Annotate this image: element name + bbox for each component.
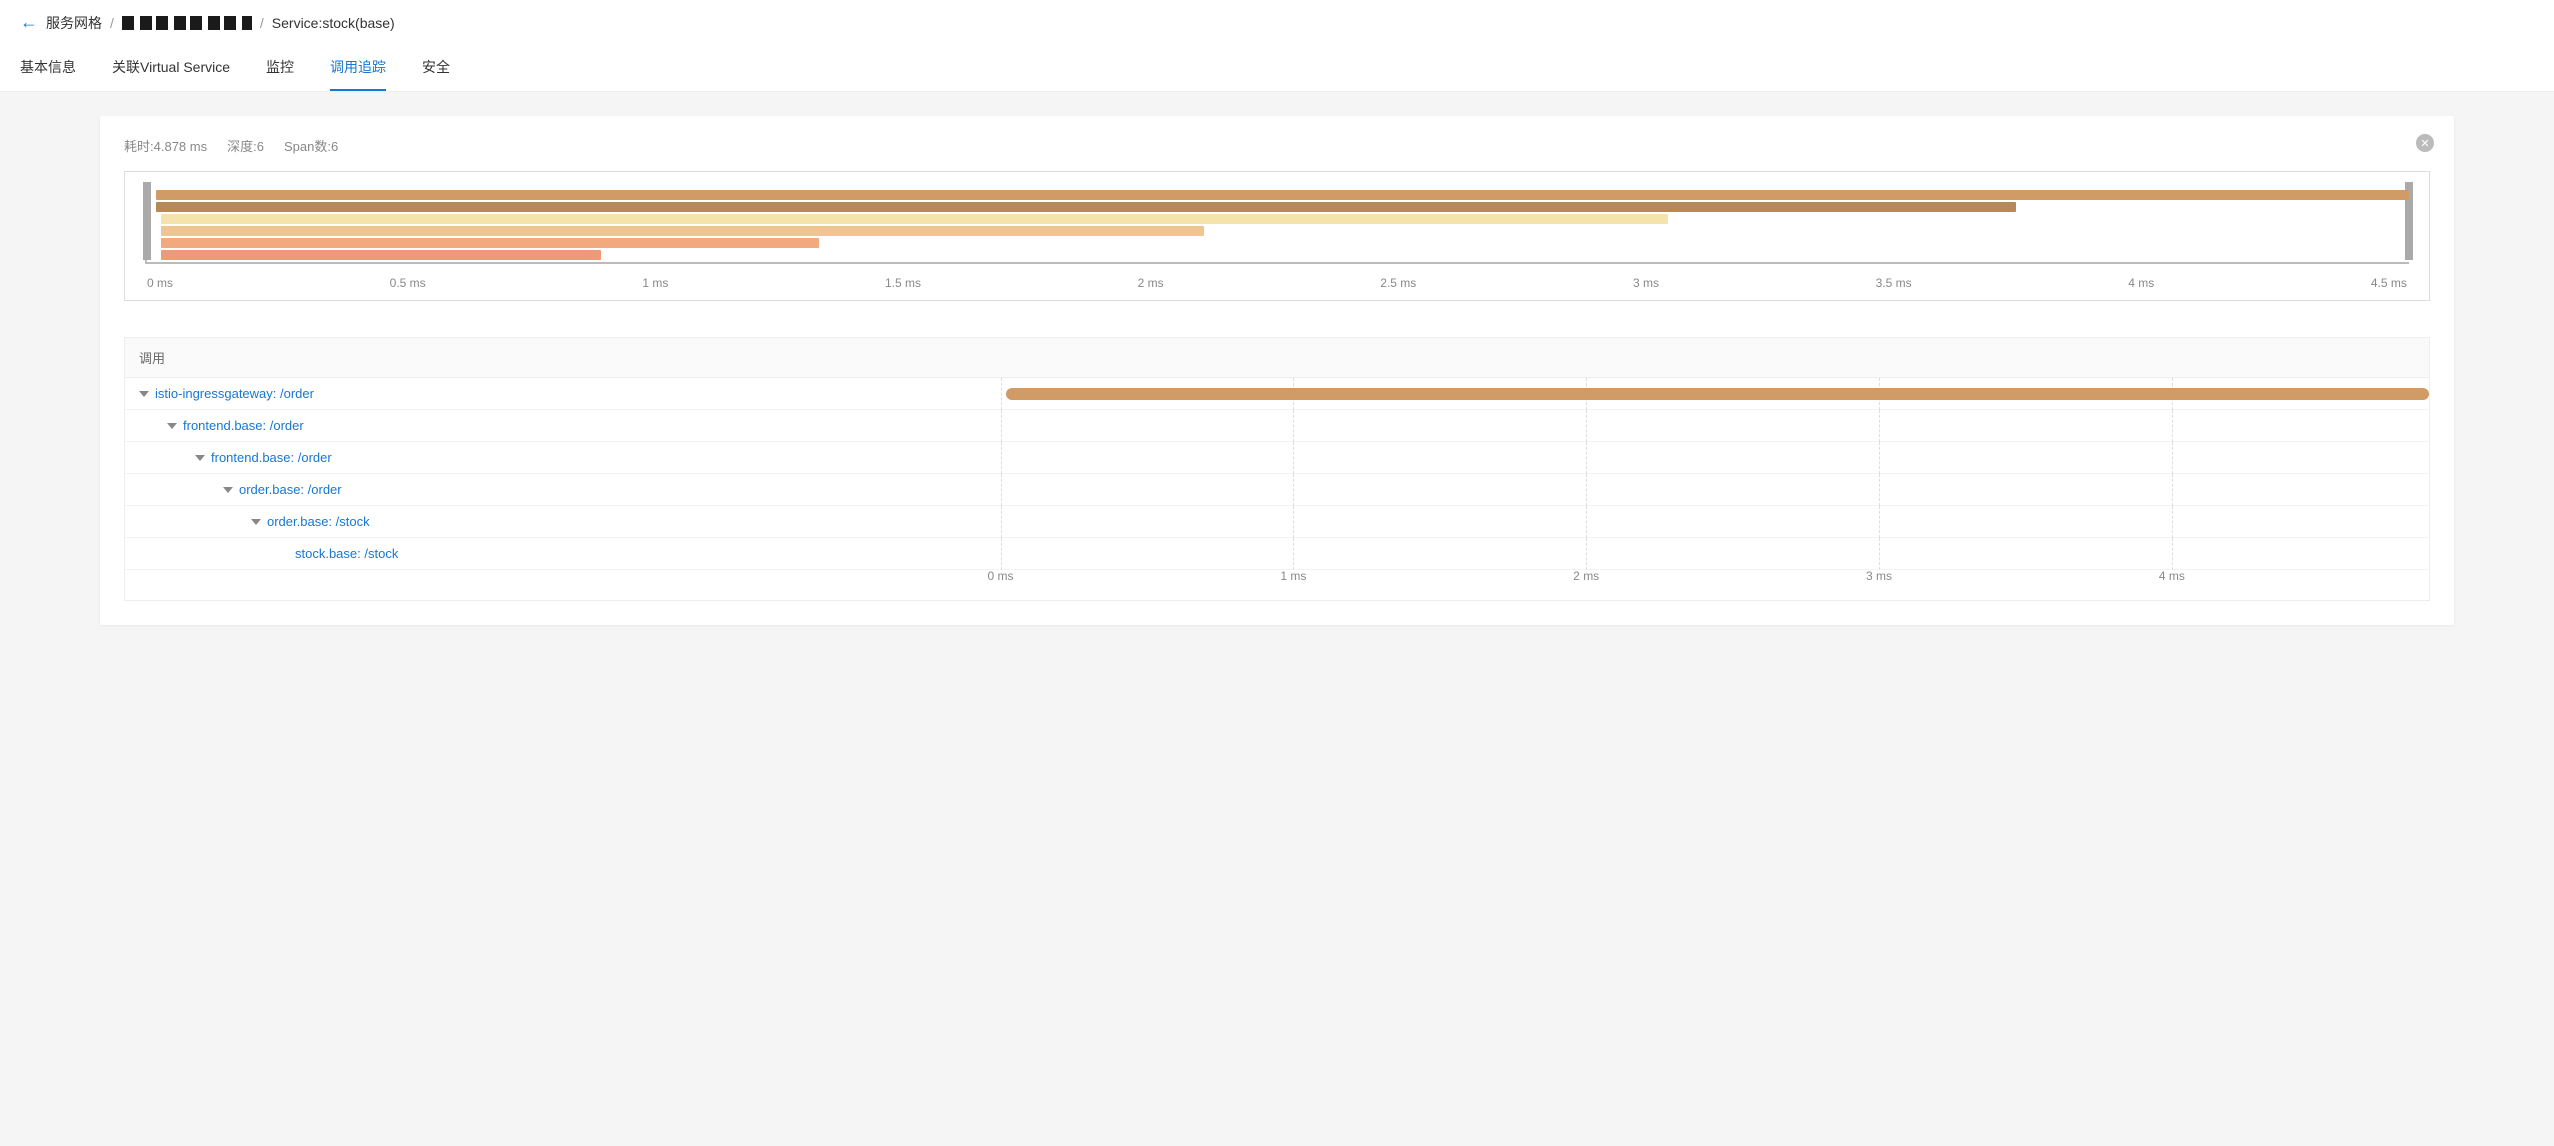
tab-bar: 基本信息关联Virtual Service 监控调用追踪安全 xyxy=(0,45,2554,92)
span-row[interactable]: order.base: /order xyxy=(125,474,2429,506)
overview-span-bar xyxy=(156,202,2015,212)
call-table: istio-ingressgateway: /order frontend.bas… xyxy=(124,378,2430,601)
page-header: ← 服务网格 / / Service:stock(base) xyxy=(0,0,2554,45)
span-label-text[interactable]: frontend.base: /order xyxy=(211,450,332,465)
trace-summary: 耗时:4.878 ms 深度:6 Span数:6 xyxy=(124,136,2430,155)
summary-duration: 耗时:4.878 ms xyxy=(124,136,207,155)
tab-3[interactable]: 调用追踪 xyxy=(330,45,386,91)
breadcrumb-separator: / xyxy=(110,15,114,31)
breadcrumb-current: Service:stock(base) xyxy=(272,15,395,31)
overview-span-bar xyxy=(156,190,2409,200)
span-label-text[interactable]: order.base: /order xyxy=(239,482,342,497)
tab-4[interactable]: 安全 xyxy=(422,45,450,91)
overview-span-bar xyxy=(161,238,819,248)
breadcrumb-separator: / xyxy=(260,15,264,31)
span-row[interactable]: istio-ingressgateway: /order xyxy=(125,378,2429,410)
collapse-toggle-icon[interactable] xyxy=(223,487,233,493)
axis-tick-label: 4 ms xyxy=(2128,276,2154,290)
axis-tick-label: 2 ms xyxy=(1138,276,1164,290)
axis-tick-label: 3 ms xyxy=(1866,569,1892,583)
collapse-toggle-icon[interactable] xyxy=(139,391,149,397)
overview-span-bar xyxy=(161,226,1204,236)
span-label-text[interactable]: istio-ingressgateway: /order xyxy=(155,386,314,401)
collapse-toggle-icon[interactable] xyxy=(251,519,261,525)
span-row[interactable]: frontend.base: /order xyxy=(125,442,2429,474)
back-arrow-icon[interactable]: ← xyxy=(20,12,38,33)
axis-tick-label: 2.5 ms xyxy=(1380,276,1416,290)
tab-0[interactable]: 基本信息 xyxy=(20,45,76,91)
axis-tick-label: 2 ms xyxy=(1573,569,1599,583)
overview-span-bar xyxy=(161,214,1668,224)
trace-card: ✕ 耗时:4.878 ms 深度:6 Span数:6 0 ms 0.5 ms 1 m… xyxy=(100,116,2454,625)
summary-spancount: Span数:6 xyxy=(284,136,338,155)
axis-tick-label: 0.5 ms xyxy=(390,276,426,290)
span-row[interactable]: order.base: /stock xyxy=(125,506,2429,538)
span-label-text[interactable]: stock.base: /stock xyxy=(295,546,398,561)
overview-span-bar xyxy=(161,250,602,260)
axis-tick-label: 1.5 ms xyxy=(885,276,921,290)
axis-tick-label: 3 ms xyxy=(1633,276,1659,290)
breadcrumb-redacted xyxy=(122,16,252,30)
range-handle-left[interactable] xyxy=(143,182,151,260)
collapse-toggle-icon[interactable] xyxy=(195,455,205,461)
close-icon[interactable]: ✕ xyxy=(2416,134,2434,152)
span-label-text[interactable]: frontend.base: /order xyxy=(183,418,304,433)
span-duration-bar xyxy=(1006,388,2429,400)
span-label-text[interactable]: order.base: /stock xyxy=(267,514,370,529)
axis-tick-label: 3.5 ms xyxy=(1876,276,1912,290)
breadcrumb-root[interactable]: 服务网格 xyxy=(46,13,102,33)
call-section-header: 调用 xyxy=(124,337,2430,378)
overview-chart: 0 ms 0.5 ms 1 ms 1.5 ms 2 ms 2.5 ms 3 ms 3.5 ms… xyxy=(124,171,2430,301)
tab-1[interactable]: 关联Virtual Service xyxy=(112,45,230,91)
overview-x-axis: 0 ms 0.5 ms 1 ms 1.5 ms 2 ms 2.5 ms 3 ms 3.5 ms… xyxy=(145,276,2409,290)
detail-x-axis: .0 ms1 ms2 ms3 ms4 ms xyxy=(125,570,2429,600)
breadcrumb: 服务网格 / / Service:stock(base) xyxy=(46,13,395,33)
summary-depth: 深度:6 xyxy=(227,136,264,155)
overview-bars[interactable] xyxy=(145,186,2409,264)
span-row[interactable]: stock.base: /stock xyxy=(125,538,2429,570)
axis-tick-label: 0 ms xyxy=(988,569,1014,583)
collapse-toggle-icon[interactable] xyxy=(167,423,177,429)
axis-tick-label: 4.5 ms xyxy=(2371,276,2407,290)
axis-tick-label: 1 ms xyxy=(642,276,668,290)
axis-tick-label: 4 ms xyxy=(2159,569,2185,583)
span-row[interactable]: frontend.base: /order xyxy=(125,410,2429,442)
axis-tick-label: 0 ms xyxy=(147,276,173,290)
axis-tick-label: 1 ms xyxy=(1280,569,1306,583)
tab-2[interactable]: 监控 xyxy=(266,45,294,91)
